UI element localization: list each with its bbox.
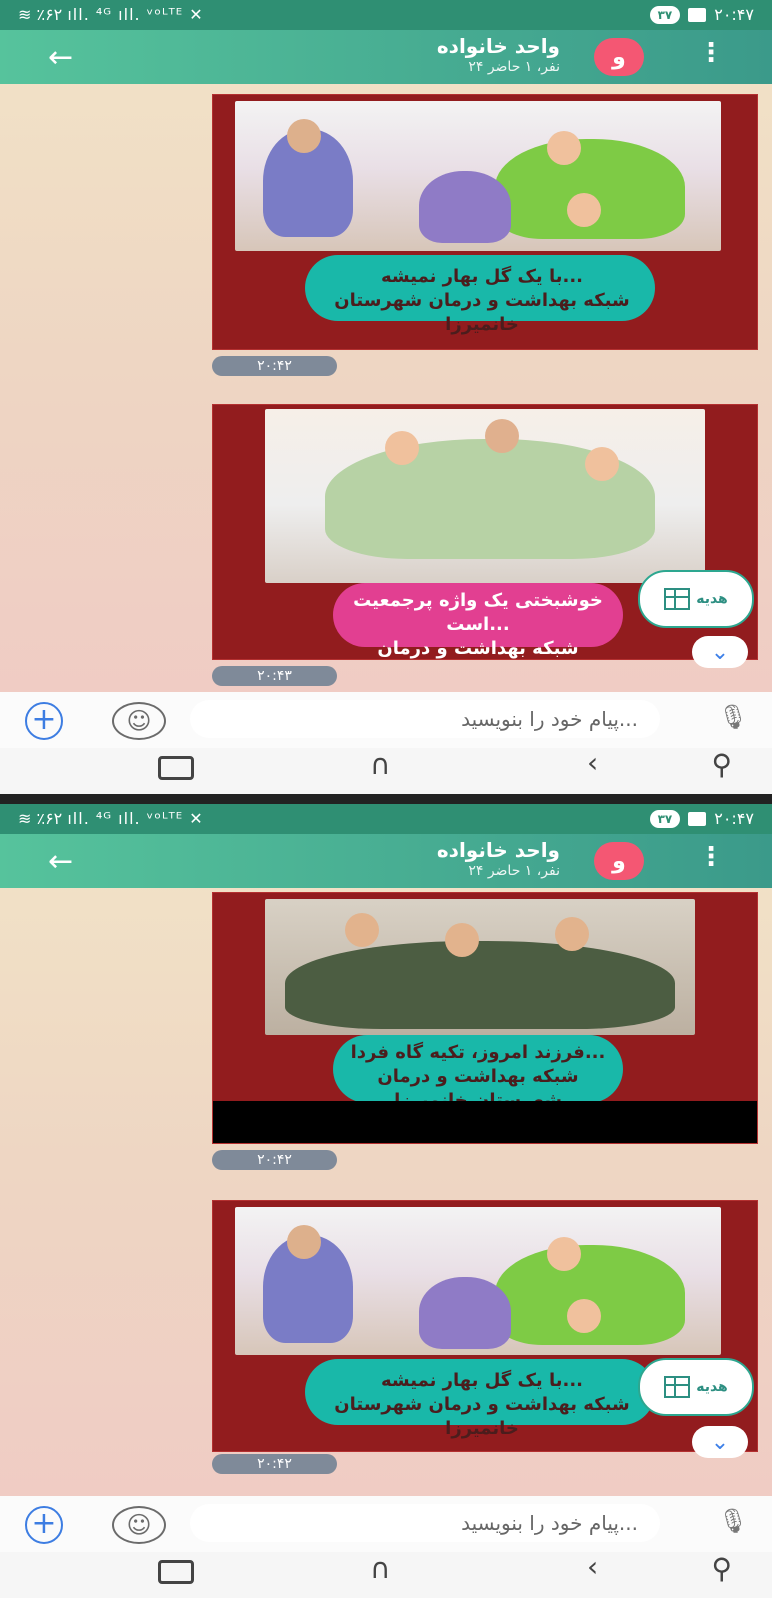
message-time: ۲۰:۴۲ bbox=[212, 356, 337, 376]
family-head bbox=[345, 913, 379, 947]
gallery-icon bbox=[688, 7, 707, 22]
plus-icon[interactable]: + bbox=[25, 1506, 63, 1544]
recent-apps-icon[interactable]: ∩ bbox=[370, 1552, 391, 1585]
status-left: ≋ ٪۶۲ ıll. ⁴ᴳ ıll. ᵛᵒᴸᵀᴱ ✕ bbox=[18, 5, 204, 24]
recent-apps-icon[interactable]: ∩ bbox=[370, 748, 391, 781]
status-bar: ≋ ٪۶۲ ıll. ⁴ᴳ ıll. ᵛᵒᴸᵀᴱ ✕ ۳۷ ۲۰:۴۷ bbox=[0, 0, 772, 30]
system-nav-bar: ∩ ‹ ⚲ bbox=[0, 746, 772, 794]
message-input-bar: + ☺ پیام خود را بنویسید... 🎙 bbox=[0, 692, 772, 748]
message-time: ۲۰:۴۳ bbox=[212, 666, 337, 686]
father-head bbox=[547, 1237, 581, 1271]
caption-text: خوشبختی یک واژه پرجمعیت است... شبکه بهداش… bbox=[353, 590, 603, 659]
family-illustration bbox=[265, 409, 705, 583]
home-square-icon[interactable] bbox=[158, 756, 194, 780]
emoji-icon[interactable]: ☺ bbox=[112, 702, 166, 740]
menu-icon[interactable]: ⋮ bbox=[698, 842, 724, 872]
mother-head bbox=[287, 119, 321, 153]
image-message[interactable]: فرزند امروز، تکیه گاه فردا... شبکه بهداشت… bbox=[212, 892, 758, 1144]
table-figure bbox=[419, 171, 511, 243]
clock: ۲۰:۴۷ bbox=[714, 5, 754, 24]
chat-avatar[interactable]: و bbox=[594, 842, 644, 880]
back-arrow-icon[interactable]: ← bbox=[48, 844, 73, 879]
family-head bbox=[555, 917, 589, 951]
screen-bottom: ≋ ٪۶۲ ıll. ⁴ᴳ ıll. ᵛᵒᴸᵀᴱ ✕ ۳۷ ۲۰:۴۷ ← واح… bbox=[0, 804, 772, 1598]
gift-button[interactable]: هدیه bbox=[638, 570, 754, 628]
clock: ۲۰:۴۷ bbox=[714, 809, 754, 828]
gift-button[interactable]: هدیه bbox=[638, 1358, 754, 1416]
back-arrow-icon[interactable]: ← bbox=[48, 40, 73, 75]
home-square-icon[interactable] bbox=[158, 1560, 194, 1584]
menu-icon[interactable]: ⋮ bbox=[698, 38, 724, 68]
message-input[interactable]: پیام خود را بنویسید... bbox=[190, 700, 660, 738]
image-message[interactable]: با یک گل بهار نمیشه... شبکه بهداشت و درما… bbox=[212, 94, 758, 350]
child-head bbox=[567, 1299, 601, 1333]
chat-subtitle: ۲۴ نفر، ۱ حاضر bbox=[468, 863, 560, 879]
microphone-icon[interactable]: 🎙 bbox=[718, 1507, 748, 1539]
accessibility-icon[interactable]: ⚲ bbox=[711, 1552, 732, 1585]
family-head bbox=[445, 923, 479, 957]
chat-title: واحد خانواده bbox=[436, 34, 560, 58]
status-left: ≋ ٪۶۲ ıll. ⁴ᴳ ıll. ᵛᵒᴸᵀᴱ ✕ bbox=[18, 809, 204, 828]
status-right: ۳۷ ۲۰:۴۷ bbox=[649, 809, 754, 828]
table-figure bbox=[419, 1277, 511, 1349]
family-illustration bbox=[235, 101, 721, 251]
scroll-down-button[interactable]: ⌄ bbox=[692, 1426, 748, 1458]
father-head bbox=[547, 131, 581, 165]
notification-badge: ۳۷ bbox=[649, 5, 681, 24]
caption-text: با یک گل بهار نمیشه... شبکه بهداشت و درما… bbox=[334, 266, 630, 335]
back-nav-icon[interactable]: ‹ bbox=[587, 746, 598, 779]
message-time: ۲۰:۴۲ bbox=[212, 1150, 337, 1170]
caption-text: با یک گل بهار نمیشه... شبکه بهداشت و درما… bbox=[334, 1370, 630, 1439]
family-illustration bbox=[265, 899, 695, 1035]
family-head bbox=[385, 431, 419, 465]
notification-badge: ۳۷ bbox=[649, 809, 681, 828]
plus-icon[interactable]: + bbox=[25, 702, 63, 740]
accessibility-icon[interactable]: ⚲ bbox=[711, 748, 732, 781]
chat-avatar[interactable]: و bbox=[594, 38, 644, 76]
message-input[interactable]: پیام خود را بنویسید... bbox=[190, 1504, 660, 1542]
back-nav-icon[interactable]: ‹ bbox=[587, 1550, 598, 1583]
microphone-icon[interactable]: 🎙 bbox=[718, 703, 748, 735]
chat-header: ← واحد خانواده ۲۴ نفر، ۱ حاضر و ⋮ bbox=[0, 834, 772, 888]
gift-icon bbox=[664, 588, 691, 610]
message-time: ۲۰:۴۲ bbox=[212, 1454, 337, 1474]
chat-subtitle: ۲۴ نفر، ۱ حاضر bbox=[468, 59, 560, 75]
status-bar: ≋ ٪۶۲ ıll. ⁴ᴳ ıll. ᵛᵒᴸᵀᴱ ✕ ۳۷ ۲۰:۴۷ bbox=[0, 804, 772, 834]
mother-head bbox=[287, 1225, 321, 1259]
family-head bbox=[585, 447, 619, 481]
chat-header: ← واحد خانواده ۲۴ نفر، ۱ حاضر و ⋮ bbox=[0, 30, 772, 84]
screen-top: ≋ ٪۶۲ ıll. ⁴ᴳ ıll. ᵛᵒᴸᵀᴱ ✕ ۳۷ ۲۰:۴۷ ← واح… bbox=[0, 0, 772, 794]
black-bar bbox=[213, 1101, 757, 1143]
family-head bbox=[485, 419, 519, 453]
gallery-icon bbox=[688, 811, 707, 826]
gift-icon bbox=[664, 1376, 691, 1398]
status-right: ۳۷ ۲۰:۴۷ bbox=[649, 5, 754, 24]
family-sofa bbox=[285, 941, 675, 1029]
child-head bbox=[567, 193, 601, 227]
scroll-down-button[interactable]: ⌄ bbox=[692, 636, 748, 668]
emoji-icon[interactable]: ☺ bbox=[112, 1506, 166, 1544]
family-illustration bbox=[235, 1207, 721, 1355]
chat-title: واحد خانواده bbox=[436, 838, 560, 862]
system-nav-bar: ∩ ‹ ⚲ bbox=[0, 1550, 772, 1598]
message-input-bar: + ☺ پیام خود را بنویسید... 🎙 bbox=[0, 1496, 772, 1552]
